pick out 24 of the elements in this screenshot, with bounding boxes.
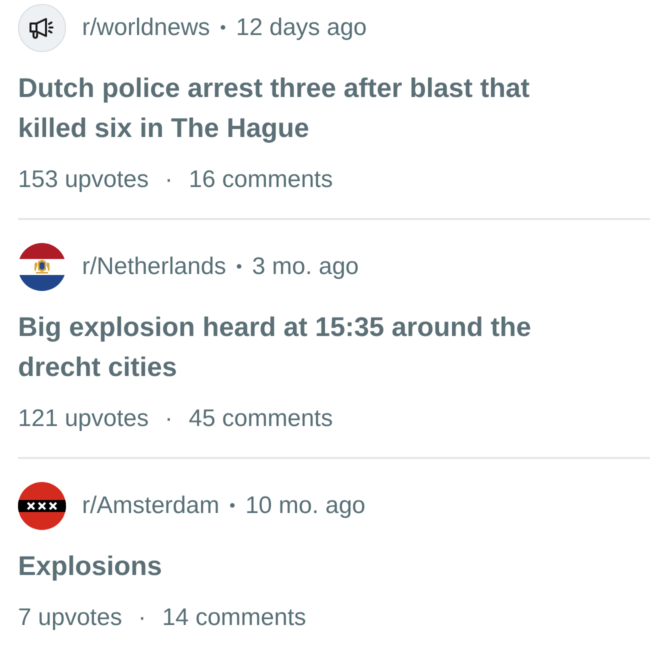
flag-icon: [18, 243, 66, 291]
meta-separator: •: [229, 496, 236, 516]
megaphone-icon: [18, 4, 66, 52]
post-title[interactable]: Big explosion heard at 15:35 around the drecht cities: [18, 307, 578, 387]
comment-count: 45 comments: [188, 405, 333, 433]
comment-count: 14 comments: [162, 604, 306, 632]
flag-icon: [18, 482, 66, 530]
upvote-count: 7 upvotes: [18, 604, 122, 632]
post-title[interactable]: Explosions: [18, 546, 578, 586]
post-age: 12 days ago: [236, 14, 367, 42]
stats-separator: ·: [138, 604, 146, 632]
meta-separator: •: [236, 257, 242, 277]
meta-separator: •: [220, 18, 226, 38]
community-name[interactable]: r/Netherlands: [82, 253, 226, 281]
stats-separator: ·: [164, 166, 173, 194]
community-name[interactable]: r/Amsterdam: [82, 492, 220, 520]
post-age: 10 mo. ago: [245, 492, 366, 520]
community-name[interactable]: r/worldnews: [82, 14, 210, 42]
comment-count: 16 comments: [188, 166, 333, 194]
upvote-count: 121 upvotes: [18, 405, 149, 433]
stats-separator: ·: [164, 405, 173, 433]
upvote-count: 153 upvotes: [18, 166, 149, 194]
post-title[interactable]: Dutch police arrest three after blast that killed six in The Hague: [18, 68, 578, 148]
post-age: 3 mo. ago: [252, 253, 359, 281]
